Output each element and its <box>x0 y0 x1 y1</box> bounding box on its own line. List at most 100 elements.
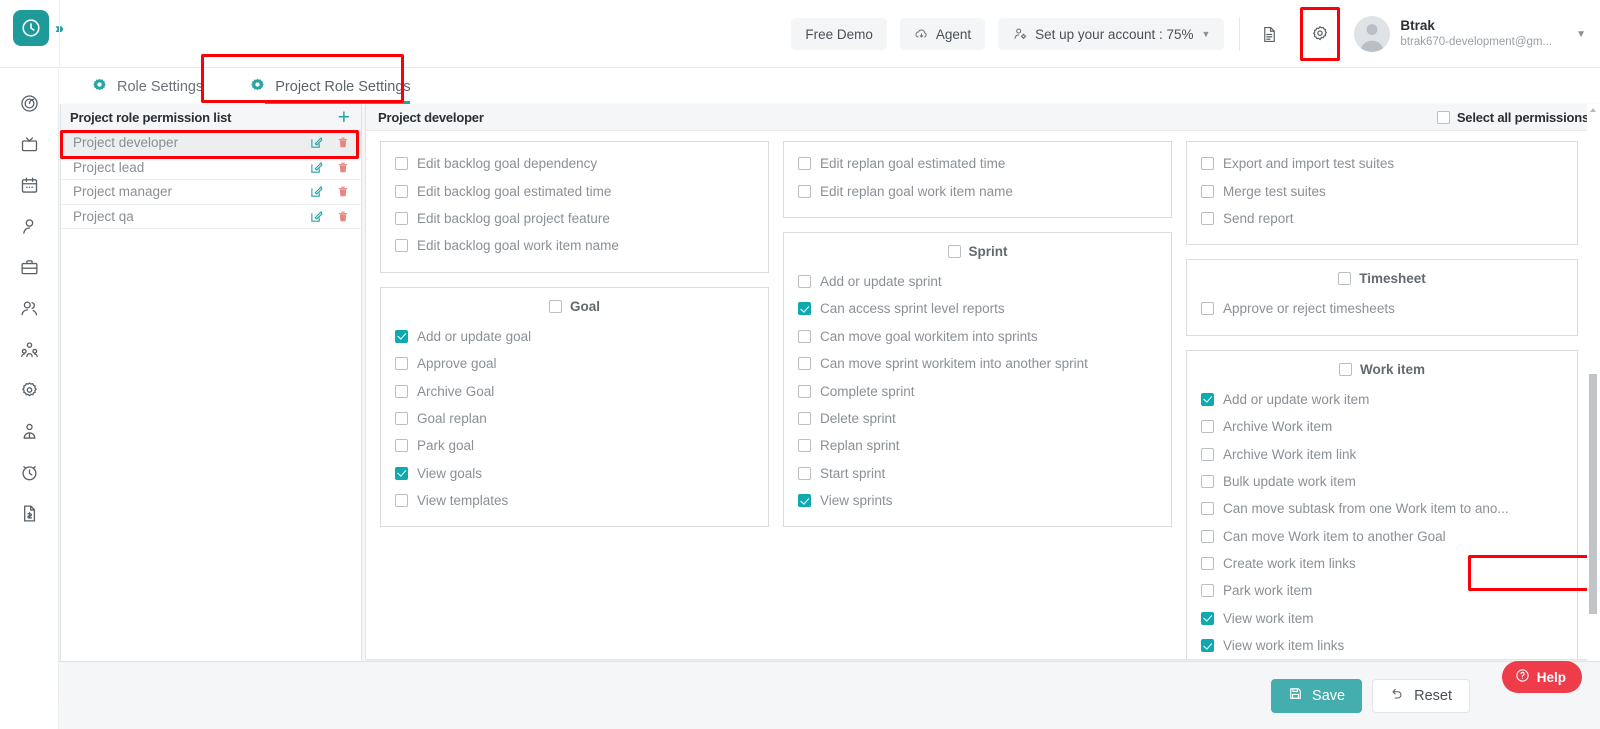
save-button[interactable]: Save <box>1271 679 1362 713</box>
permission-option[interactable]: View templates <box>381 487 768 514</box>
permission-option[interactable]: Goal replan <box>381 405 768 432</box>
tab-role-settings[interactable]: Role Settings <box>77 70 217 104</box>
list-item[interactable]: Project developer <box>61 131 361 156</box>
select-all-checkbox-box[interactable] <box>1437 111 1450 124</box>
checkbox[interactable] <box>395 239 408 252</box>
checkbox[interactable] <box>798 467 811 480</box>
sidebar-item-timer[interactable] <box>9 452 49 493</box>
sidebar-item-settings[interactable] <box>9 370 49 411</box>
clock-logo-icon[interactable] <box>13 10 49 46</box>
plus-icon[interactable]: + <box>338 107 350 128</box>
checkbox[interactable] <box>1201 302 1214 315</box>
checkbox[interactable] <box>395 494 408 507</box>
permission-option[interactable]: Export and import test suites <box>1187 150 1577 177</box>
list-item[interactable]: Project manager <box>61 180 361 205</box>
permission-option[interactable]: Edit replan goal estimated time <box>784 150 1171 177</box>
user-info[interactable]: Btrak btrak670-development@gm... <box>1400 18 1552 49</box>
permission-option[interactable]: Edit replan goal work item name <box>784 177 1171 204</box>
permission-option[interactable]: Send report <box>1187 205 1577 232</box>
permission-option[interactable]: Replan sprint <box>784 432 1171 459</box>
checkbox[interactable] <box>1201 420 1214 433</box>
reset-button[interactable]: Reset <box>1372 679 1470 713</box>
checkbox[interactable] <box>395 385 408 398</box>
logo-area[interactable]: ››› <box>13 10 61 46</box>
permission-option[interactable]: View sprints <box>784 487 1171 514</box>
sidebar-item-teams[interactable] <box>9 288 49 329</box>
permission-option[interactable]: Add or update goal <box>381 323 768 350</box>
permission-option[interactable]: Park work item <box>1187 577 1577 604</box>
checkbox[interactable] <box>1201 448 1214 461</box>
permission-option[interactable]: Edit backlog goal project feature <box>381 205 768 232</box>
permission-option[interactable]: Delete sprint <box>784 405 1171 432</box>
chevron-down-icon[interactable]: ▼ <box>1576 29 1586 40</box>
avatar[interactable] <box>1354 16 1390 52</box>
help-widget-button[interactable]: Help <box>1502 661 1582 693</box>
permission-option[interactable]: Can access sprint level reports <box>784 295 1171 322</box>
checkbox[interactable] <box>798 302 811 315</box>
tab-project-role-settings[interactable]: Project Role Settings <box>235 70 424 104</box>
checkbox[interactable] <box>1201 530 1214 543</box>
checkbox[interactable] <box>395 185 408 198</box>
permission-option[interactable]: Add or update sprint <box>784 268 1171 295</box>
checkbox[interactable] <box>1201 639 1214 652</box>
sidebar-item-org[interactable] <box>9 329 49 370</box>
checkbox[interactable] <box>1201 612 1214 625</box>
edit-icon[interactable] <box>309 184 324 199</box>
checkbox[interactable] <box>798 157 811 170</box>
checkbox[interactable] <box>1201 584 1214 597</box>
checkbox[interactable] <box>798 412 811 425</box>
checkbox[interactable] <box>1201 557 1214 570</box>
checkbox[interactable] <box>395 330 408 343</box>
edit-icon[interactable] <box>309 209 324 224</box>
edit-icon[interactable] <box>309 135 324 150</box>
permission-option[interactable]: Approve or reject timesheets <box>1187 295 1577 322</box>
permission-option[interactable]: Edit backlog goal estimated time <box>381 177 768 204</box>
permission-option[interactable]: Edit backlog goal dependency <box>381 150 768 177</box>
free-demo-button[interactable]: Free Demo <box>791 18 887 50</box>
permission-option[interactable]: Archive Goal <box>381 377 768 404</box>
group-header-checkbox[interactable]: Timesheet <box>1187 271 1577 286</box>
checkbox[interactable] <box>395 412 408 425</box>
page-scrollbar[interactable] <box>1587 104 1600 729</box>
checkbox[interactable] <box>798 357 811 370</box>
chevrons-right-icon[interactable]: ››› <box>55 20 61 37</box>
trash-icon[interactable] <box>336 160 350 175</box>
permission-option[interactable]: Archive Work item <box>1187 413 1577 440</box>
setup-account-button[interactable]: Set up your account : 75% ▼ <box>998 18 1224 50</box>
document-icon[interactable] <box>1254 19 1284 49</box>
checkbox[interactable] <box>798 275 811 288</box>
permission-option[interactable]: Archive Work item link <box>1187 440 1577 467</box>
checkbox[interactable] <box>395 212 408 225</box>
list-item[interactable]: Project lead <box>61 156 361 181</box>
permission-option[interactable]: Can move subtask from one Work item to a… <box>1187 495 1577 522</box>
sidebar-item-projects[interactable] <box>9 247 49 288</box>
checkbox[interactable] <box>948 245 961 258</box>
trash-icon[interactable] <box>336 135 350 150</box>
permission-option[interactable]: Edit backlog goal work item name <box>381 232 768 259</box>
trash-icon[interactable] <box>336 209 350 224</box>
checkbox[interactable] <box>395 357 408 370</box>
sidebar-item-calendar[interactable] <box>9 165 49 206</box>
sidebar-item-dashboard[interactable] <box>9 83 49 124</box>
checkbox[interactable] <box>395 157 408 170</box>
permission-option[interactable]: Add or update work item <box>1187 386 1577 413</box>
scroll-up-arrow-icon[interactable] <box>1590 108 1596 112</box>
checkbox[interactable] <box>798 439 811 452</box>
checkbox[interactable] <box>395 467 408 480</box>
sidebar-item-profile[interactable] <box>9 206 49 247</box>
checkbox[interactable] <box>1201 212 1214 225</box>
scrollbar-thumb[interactable] <box>1589 374 1597 614</box>
checkbox[interactable] <box>1201 157 1214 170</box>
checkbox[interactable] <box>1201 393 1214 406</box>
sidebar-item-account[interactable] <box>9 411 49 452</box>
checkbox[interactable] <box>1338 272 1351 285</box>
checkbox[interactable] <box>798 385 811 398</box>
checkbox[interactable] <box>1201 475 1214 488</box>
checkbox[interactable] <box>1201 502 1214 515</box>
permission-option[interactable]: Create work item links <box>1187 550 1577 577</box>
permission-option[interactable]: Can move Work item to another Goal <box>1187 523 1577 550</box>
checkbox[interactable] <box>798 185 811 198</box>
permission-option[interactable]: Start sprint <box>784 460 1171 487</box>
permission-option[interactable]: View goals <box>381 460 768 487</box>
checkbox[interactable] <box>798 494 811 507</box>
